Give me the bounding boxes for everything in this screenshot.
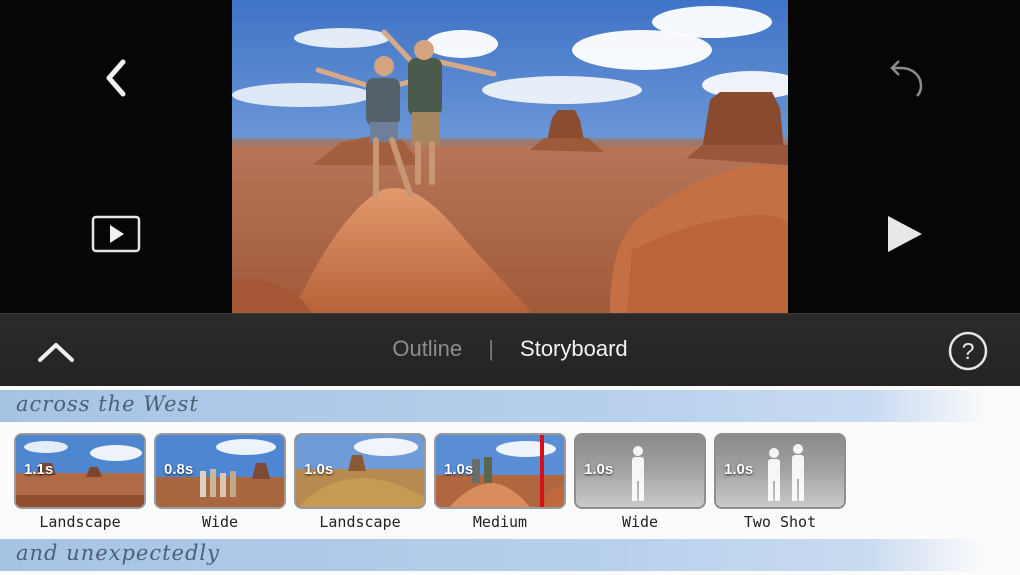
tab-outline[interactable]: Outline: [392, 336, 462, 362]
back-button[interactable]: [90, 50, 142, 106]
section-header[interactable]: and unexpectedly: [0, 539, 985, 571]
chevron-left-icon: [106, 59, 126, 97]
tab-separator: |: [488, 336, 494, 361]
clip-placeholder[interactable]: 1.0s: [574, 433, 706, 509]
clip-thumbnail[interactable]: 0.8s: [154, 433, 286, 509]
clip-thumbnail[interactable]: 1.1s: [14, 433, 146, 509]
storyboard: across the West 1.1s Landscape 0.8s Wide: [0, 386, 1020, 575]
clip-label: Landscape: [319, 513, 401, 531]
play-clip-icon: [91, 215, 141, 253]
play-icon: [888, 216, 922, 252]
clip-duration: 1.0s: [304, 461, 334, 478]
clip-thumbnail[interactable]: 1.0s: [294, 433, 426, 509]
clip-label: Wide: [621, 513, 659, 531]
clip-thumbnail[interactable]: 1.0s: [434, 433, 566, 509]
tab-storyboard[interactable]: Storyboard: [520, 336, 628, 362]
view-toolbar: Outline | Storyboard ?: [0, 313, 1020, 386]
person-silhouette-icon: [632, 446, 644, 501]
clip-label: Wide: [201, 513, 239, 531]
clip-label: Medium: [472, 513, 528, 531]
preview-image: [232, 0, 788, 313]
section-title: and unexpectedly: [16, 541, 221, 565]
undo-button[interactable]: [874, 52, 934, 104]
undo-icon: [890, 60, 923, 97]
section-title: across the West: [16, 392, 199, 416]
help-button[interactable]: ?: [946, 329, 990, 373]
help-icon: ?: [948, 331, 988, 371]
clip-placeholder[interactable]: 1.0s: [714, 433, 846, 509]
playhead[interactable]: [540, 435, 544, 507]
clip-label: Two Shot: [743, 513, 817, 531]
svg-text:?: ?: [962, 338, 975, 364]
clip-label: Landscape: [39, 513, 121, 531]
video-viewer: [0, 0, 1020, 313]
play-button[interactable]: [876, 206, 932, 262]
clip-duration: 1.1s: [24, 461, 54, 478]
clip-duration: 1.0s: [444, 461, 474, 478]
clip-duration: 1.0s: [724, 461, 754, 478]
play-clip-button[interactable]: [88, 212, 144, 256]
view-tabs: Outline | Storyboard: [0, 336, 1020, 362]
section-header[interactable]: across the West: [0, 390, 990, 422]
two-people-silhouette-icon: [768, 444, 804, 501]
clip-duration: 1.0s: [584, 461, 614, 478]
clip-duration: 0.8s: [164, 461, 194, 478]
